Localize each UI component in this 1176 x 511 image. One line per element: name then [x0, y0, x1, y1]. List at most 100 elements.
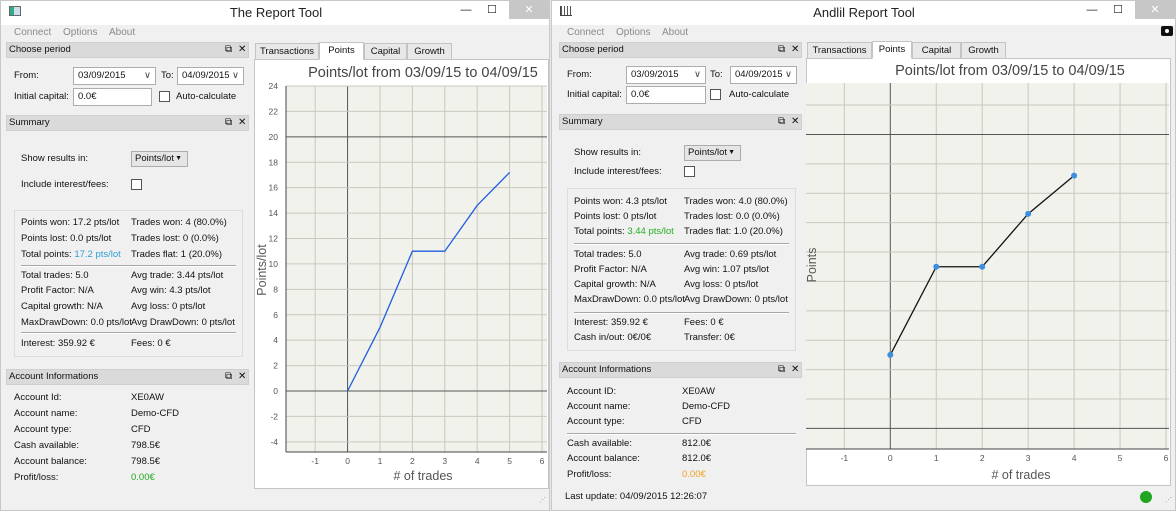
camera-lens — [1164, 28, 1170, 34]
stat-item: Trades lost: 0 (0.0%) — [131, 233, 219, 244]
camera-icon[interactable] — [1161, 26, 1173, 36]
stat-item: Avg trade: 3.44 pts/lot — [131, 270, 224, 281]
stat-item: Avg DrawDown: 0 pts/lot — [684, 294, 788, 305]
initial-capital-input[interactable]: 0.0€ — [626, 86, 706, 104]
stat-label: Total points: — [574, 226, 628, 237]
resize-grip[interactable]: ⋰ — [1165, 496, 1172, 504]
from-date-picker[interactable]: 03/09/2015 ∨ — [73, 67, 156, 85]
stat-total-points: Total points: 3.44 pts/lot — [574, 226, 674, 237]
tab-transactions[interactable]: Transactions — [255, 43, 319, 60]
close-button[interactable]: ✕ — [1135, 1, 1175, 19]
stat-item: Trades flat: 1 (20.0%) — [131, 249, 222, 260]
float-icon[interactable]: ⧉ — [225, 116, 232, 130]
chart-panel — [806, 58, 1171, 486]
include-interest-checkbox[interactable] — [131, 179, 142, 190]
show-results-select[interactable]: Points/lot ▼ — [684, 145, 741, 161]
menu-about[interactable]: About — [109, 27, 135, 38]
menu-connect[interactable]: Connect — [14, 27, 51, 38]
auto-calculate-checkbox[interactable] — [710, 89, 721, 100]
include-interest-label: Include interest/fees: — [574, 166, 662, 177]
report-tool-window: Andlil Report Tool — ☐ ✕ Connect Options About… — [551, 0, 1176, 511]
to-label: To: — [161, 70, 174, 81]
show-results-label: Show results in: — [574, 147, 642, 158]
stat-total-points: Total points: 17.2 pts/lot — [21, 249, 121, 260]
tab-growth[interactable]: Growth — [961, 42, 1006, 59]
tab-bar: Transactions Points Capital Growth — [1, 42, 549, 60]
show-results-value: Points/lot — [135, 153, 175, 164]
close-icon[interactable]: ✕ — [791, 115, 799, 129]
stat-item: Avg win: 4.3 pts/lot — [131, 285, 211, 296]
float-icon[interactable]: ⧉ — [778, 363, 785, 377]
tab-bar: Transactions Points Capital Growth — [552, 41, 1175, 59]
last-update-text: Last update: 04/09/2015 12:26:07 — [565, 491, 708, 502]
from-date-picker[interactable]: 03/09/2015 ∨ — [626, 66, 706, 84]
to-date-picker[interactable]: 04/09/2015 ∨ — [177, 67, 244, 85]
maximize-button[interactable]: ☐ — [1107, 1, 1129, 19]
minimize-button[interactable]: — — [1081, 1, 1103, 19]
float-icon[interactable]: ⧉ — [778, 115, 785, 129]
close-icon[interactable]: ✕ — [791, 363, 799, 377]
initial-capital-label: Initial capital: — [14, 91, 69, 102]
tab-growth[interactable]: Growth — [407, 43, 452, 60]
maximize-button[interactable]: ☐ — [481, 1, 503, 19]
resize-grip[interactable]: ⋰ — [539, 496, 546, 504]
stat-item: Trades won: 4.0 (80.0%) — [684, 196, 788, 207]
stat-item: Fees: 0 € — [684, 317, 724, 328]
to-date-value: 04/09/2015 — [182, 70, 230, 81]
tab-capital[interactable]: Capital — [364, 43, 407, 60]
title-bar[interactable]: Andlil Report Tool — ☐ ✕ — [552, 1, 1175, 25]
stat-item: MaxDrawDown: 0.0 pts/lot — [574, 294, 685, 305]
auto-calculate-label: Auto-calculate — [729, 89, 790, 100]
account-field-value: 798.5€ — [131, 456, 161, 467]
title-bar[interactable]: The Report Tool — ☐ ✕ — [1, 1, 549, 25]
stat-item: Interest: 359.92 € — [574, 317, 648, 328]
account-field-label: Account ID: — [567, 386, 617, 397]
show-results-select[interactable]: Points/lot ▼ — [131, 151, 188, 167]
account-field-label: Account Id: — [14, 392, 62, 403]
app-icon — [9, 6, 21, 16]
tab-transactions[interactable]: Transactions — [807, 42, 872, 59]
show-results-value: Points/lot — [688, 147, 728, 158]
include-interest-label: Include interest/fees: — [21, 179, 109, 190]
close-icon[interactable]: ✕ — [238, 116, 246, 130]
stat-item: Trades flat: 1.0 (20.0%) — [684, 226, 783, 237]
from-label: From: — [567, 69, 592, 80]
account-informations-title: Account Informations — [9, 371, 99, 382]
initial-capital-label: Initial capital: — [567, 89, 622, 100]
auto-calculate-checkbox[interactable] — [159, 91, 170, 102]
account-field-label: Account type: — [14, 424, 72, 435]
auto-calculate-label: Auto-calculate — [176, 91, 237, 102]
account-field-label: Account balance: — [14, 456, 87, 467]
tab-points[interactable]: Points — [872, 41, 912, 59]
account-informations-title: Account Informations — [562, 364, 652, 375]
float-icon[interactable]: ⧉ — [225, 370, 232, 384]
account-field-label: Account type: — [567, 416, 625, 427]
stat-item: Cash in/out: 0€/0€ — [574, 332, 652, 343]
menu-about[interactable]: About — [662, 27, 688, 38]
chart-panel — [254, 59, 549, 489]
stat-item: Trades won: 4 (80.0%) — [131, 217, 227, 228]
tab-capital[interactable]: Capital — [912, 42, 961, 59]
menu-connect[interactable]: Connect — [567, 27, 604, 38]
account-field-label: Account name: — [14, 408, 78, 419]
from-date-value: 03/09/2015 — [631, 69, 679, 80]
chevron-down-icon: ∨ — [232, 70, 239, 81]
initial-capital-input[interactable]: 0.0€ — [73, 88, 152, 106]
include-interest-checkbox[interactable] — [684, 166, 695, 177]
close-icon[interactable]: ✕ — [238, 370, 246, 384]
menu-options[interactable]: Options — [616, 27, 650, 38]
account-field-value: CFD — [682, 416, 702, 427]
menu-options[interactable]: Options — [63, 27, 97, 38]
stat-value: 17.2 pts/lot — [74, 249, 121, 260]
window-title: Andlil Report Tool — [813, 5, 915, 20]
stat-item: Trades lost: 0.0 (0.0%) — [684, 211, 780, 222]
stat-item: Capital growth: N/A — [574, 279, 656, 290]
stat-item: MaxDrawDown: 0.0 pts/lot — [21, 317, 132, 328]
to-date-picker[interactable]: 04/09/2015 ∨ — [730, 66, 797, 84]
tab-points[interactable]: Points — [319, 42, 364, 60]
account-field-value: 0.00€ — [682, 469, 706, 480]
from-label: From: — [14, 70, 39, 81]
stat-value: 3.44 pts/lot — [627, 226, 674, 237]
close-button[interactable]: ✕ — [509, 1, 549, 19]
minimize-button[interactable]: — — [455, 1, 477, 19]
